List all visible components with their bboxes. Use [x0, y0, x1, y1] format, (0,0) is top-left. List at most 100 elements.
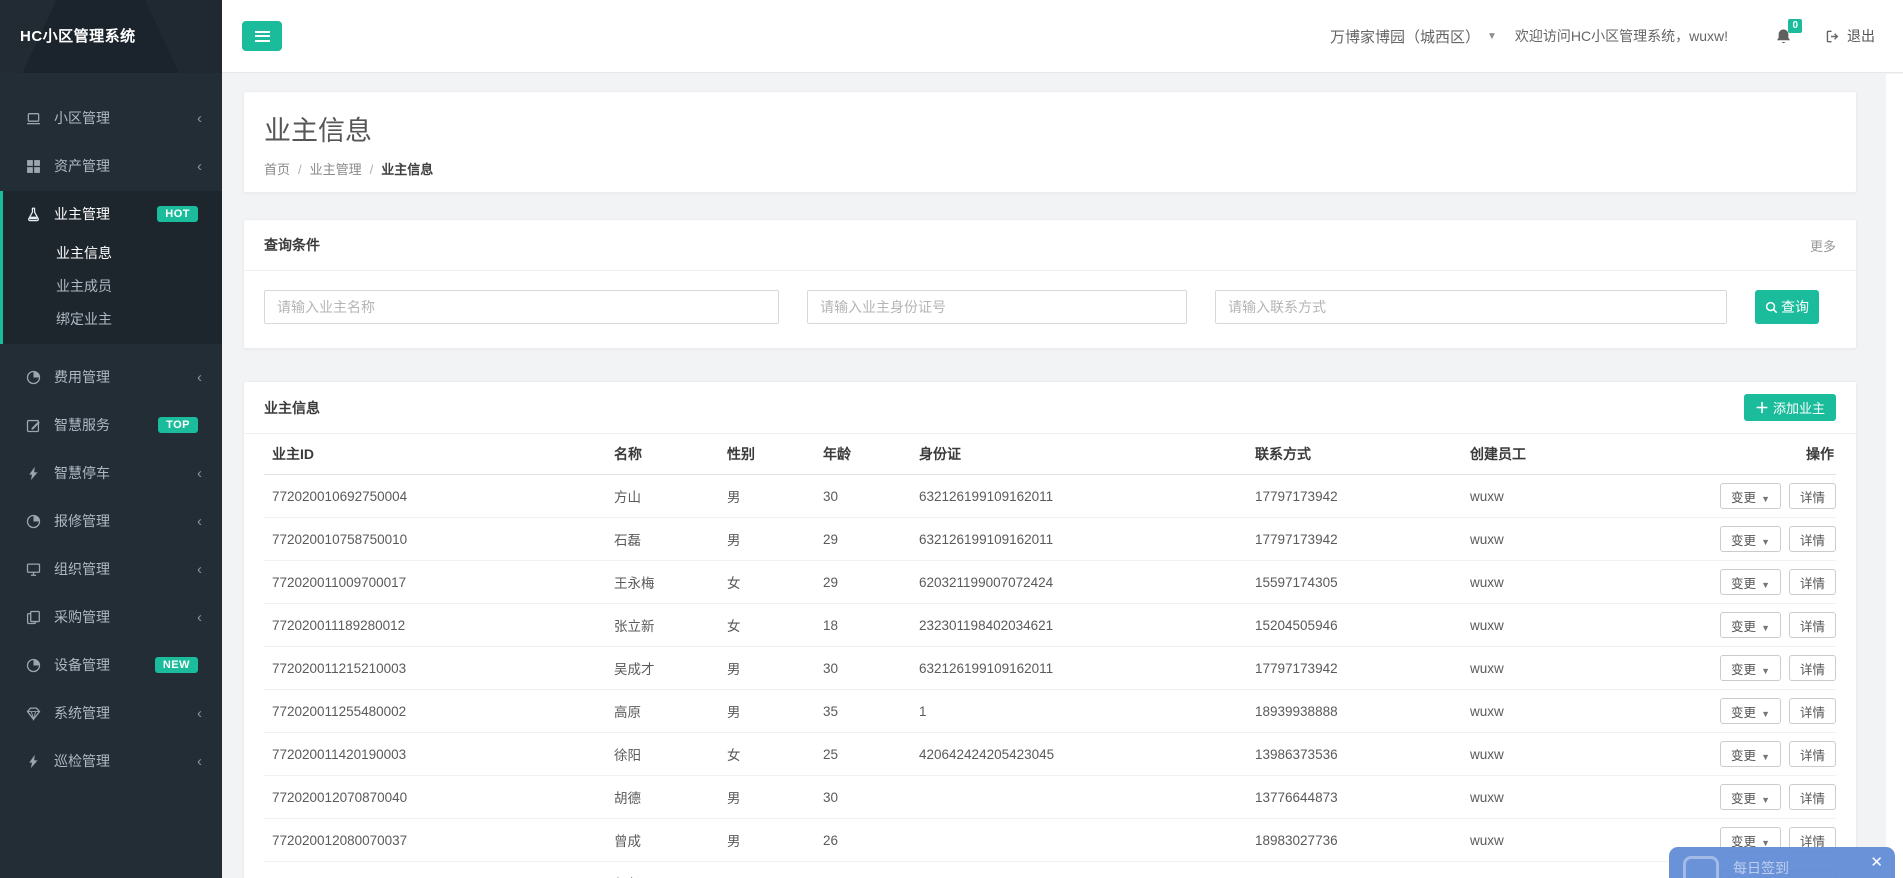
sidebar-item-asset-management[interactable]: 资产管理 ‹ [0, 143, 222, 189]
content: 业主信息 首页/业主管理/业主信息 查询条件 更多 查询 [222, 73, 1903, 878]
logout-icon [1825, 29, 1840, 44]
logout-button[interactable]: 退出 [1825, 26, 1875, 46]
cell-gender: 女 [719, 572, 815, 592]
caret-down-icon: ▼ [1761, 494, 1770, 504]
change-button[interactable]: 变更▼ [1720, 655, 1781, 681]
detail-button[interactable]: 详情 [1789, 612, 1836, 638]
owners-table: 业主ID名称性别年龄身份证联系方式创建员工操作 7720200106927500… [244, 434, 1856, 878]
app-logo[interactable]: HC小区管理系统 [0, 0, 222, 73]
table-row: 772020012070870040胡德男3013776644873wuxw变更… [264, 776, 1836, 819]
caret-down-icon: ▼ [1761, 580, 1770, 590]
sidebar-subitem-owner-members[interactable]: 业主成员 [3, 270, 222, 303]
sidebar-menu: 小区管理 ‹ 资产管理 ‹ 业主管理 HOT 业主信息业主成员绑定业主 费用管理… [0, 73, 222, 784]
page-header-card: 业主信息 首页/业主管理/业主信息 [243, 91, 1857, 193]
column-header: 操作 [1638, 444, 1836, 464]
owner-name-input[interactable] [264, 290, 779, 324]
close-icon[interactable]: ✕ [1870, 855, 1883, 870]
pie-chart-icon [26, 370, 41, 385]
change-button[interactable]: 变更▼ [1720, 483, 1781, 509]
search-button[interactable]: 查询 [1755, 290, 1819, 324]
sidebar-item-label: 巡检管理 [54, 751, 110, 771]
cell-creator: wuxw [1462, 704, 1638, 719]
sidebar-item-label: 采购管理 [54, 607, 110, 627]
sidebar-item-label: 费用管理 [54, 367, 110, 387]
cell-owner-id: 772020011420190003 [264, 747, 606, 762]
more-link[interactable]: 更多 [1810, 236, 1836, 255]
sidebar-item-organization-management[interactable]: 组织管理 ‹ [0, 546, 222, 592]
query-panel-header: 查询条件 更多 [244, 220, 1856, 271]
sidebar-item-inspection-management[interactable]: 巡检管理 ‹ [0, 738, 222, 784]
cell-phone: 15204505946 [1247, 618, 1462, 633]
message-icon [1683, 856, 1719, 878]
notifications-button[interactable]: 0 [1774, 27, 1793, 46]
detail-button[interactable]: 详情 [1789, 526, 1836, 552]
change-button[interactable]: 变更▼ [1720, 612, 1781, 638]
table-row: 772020012867310004郭邦男2213011111111wuxw变更… [264, 862, 1836, 878]
breadcrumb-separator: / [298, 162, 302, 177]
sidebar-item-device-management[interactable]: 设备管理 NEW [0, 642, 222, 688]
table-card-title: 业主信息 [264, 398, 320, 418]
grid-icon [26, 159, 41, 174]
cell-id-card: 232301198402034621 [911, 618, 1247, 633]
table-row: 772020011215210003吴成才男306321261991091620… [264, 647, 1836, 690]
cell-name: 吴成才 [606, 658, 719, 678]
sidebar-item-procurement-management[interactable]: 采购管理 ‹ [0, 594, 222, 640]
detail-button[interactable]: 详情 [1789, 655, 1836, 681]
cell-owner-id: 772020010692750004 [264, 489, 606, 504]
sidebar-item-fee-management[interactable]: 费用管理 ‹ [0, 354, 222, 400]
table-row: 772020010758750010石磊男2963212619910916201… [264, 518, 1836, 561]
sidebar-item-smart-parking[interactable]: 智慧停车 ‹ [0, 450, 222, 496]
cell-creator: wuxw [1462, 833, 1638, 848]
table-header-row: 业主ID名称性别年龄身份证联系方式创建员工操作 [264, 434, 1836, 475]
sidebar-subitem-owner-info[interactable]: 业主信息 [3, 237, 222, 270]
table-row: 772020011189280012张立新女182323011984020346… [264, 604, 1836, 647]
cell-owner-id: 772020012080070037 [264, 833, 606, 848]
add-owner-label: 添加业主 [1773, 398, 1825, 417]
sidebar-toggle-button[interactable] [242, 21, 282, 51]
column-header: 年龄 [815, 444, 911, 464]
change-button[interactable]: 变更▼ [1720, 741, 1781, 767]
bolt-icon [26, 754, 41, 769]
change-button[interactable]: 变更▼ [1720, 526, 1781, 552]
owner-idcard-input[interactable] [807, 290, 1187, 324]
community-selector[interactable]: 万博家博园（城西区） ▼ [1330, 26, 1497, 47]
add-owner-button[interactable]: ＋ 添加业主 [1744, 394, 1836, 421]
cell-owner-id: 772020011215210003 [264, 661, 606, 676]
sidebar-item-label: 业主管理 [54, 204, 110, 224]
sidebar-subitem-bind-owner[interactable]: 绑定业主 [3, 303, 222, 336]
sidebar-item-badge: HOT [157, 206, 198, 222]
change-label: 变更 [1731, 577, 1756, 591]
sidebar-item-repair-management[interactable]: 报修管理 ‹ [0, 498, 222, 544]
cell-creator: wuxw [1462, 575, 1638, 590]
chevron-left-icon: ‹ [197, 610, 202, 625]
change-label: 变更 [1731, 620, 1756, 634]
sidebar-item-community-management[interactable]: 小区管理 ‹ [0, 95, 222, 141]
cell-phone: 13986373536 [1247, 747, 1462, 762]
sidebar-item-system-management[interactable]: 系统管理 ‹ [0, 690, 222, 736]
cell-gender: 女 [719, 744, 815, 764]
sidebar-item-label: 资产管理 [54, 156, 110, 176]
cell-id-card: 1 [911, 704, 1247, 719]
sidebar-item-owner-management[interactable]: 业主管理 HOT [3, 191, 222, 237]
sidebar-item-smart-service[interactable]: 智慧服务 TOP [0, 402, 222, 448]
change-button[interactable]: 变更▼ [1720, 784, 1781, 810]
detail-button[interactable]: 详情 [1789, 741, 1836, 767]
table-card-header: 业主信息 ＋ 添加业主 [244, 382, 1856, 434]
detail-button[interactable]: 详情 [1789, 784, 1836, 810]
detail-button[interactable]: 详情 [1789, 698, 1836, 724]
breadcrumb-item[interactable]: 首页 [264, 162, 290, 177]
detail-button[interactable]: 详情 [1789, 569, 1836, 595]
change-button[interactable]: 变更▼ [1720, 698, 1781, 724]
change-label: 变更 [1731, 706, 1756, 720]
contact-input[interactable] [1215, 290, 1727, 324]
cell-creator: wuxw [1462, 532, 1638, 547]
query-panel: 查询条件 更多 查询 [243, 219, 1857, 349]
detail-button[interactable]: 详情 [1789, 483, 1836, 509]
change-button[interactable]: 变更 ▼ [1720, 569, 1781, 595]
cell-actions: 变更 ▼ 详情 [1638, 569, 1836, 595]
table-row: 772020012080070037曾成男2618983027736wuxw变更… [264, 819, 1836, 862]
table-row: 772020011255480002高原男35118939938888wuxw变… [264, 690, 1836, 733]
cell-age: 29 [815, 575, 911, 590]
breadcrumb-item[interactable]: 业主管理 [310, 162, 362, 177]
scrollbar[interactable] [1886, 74, 1903, 878]
